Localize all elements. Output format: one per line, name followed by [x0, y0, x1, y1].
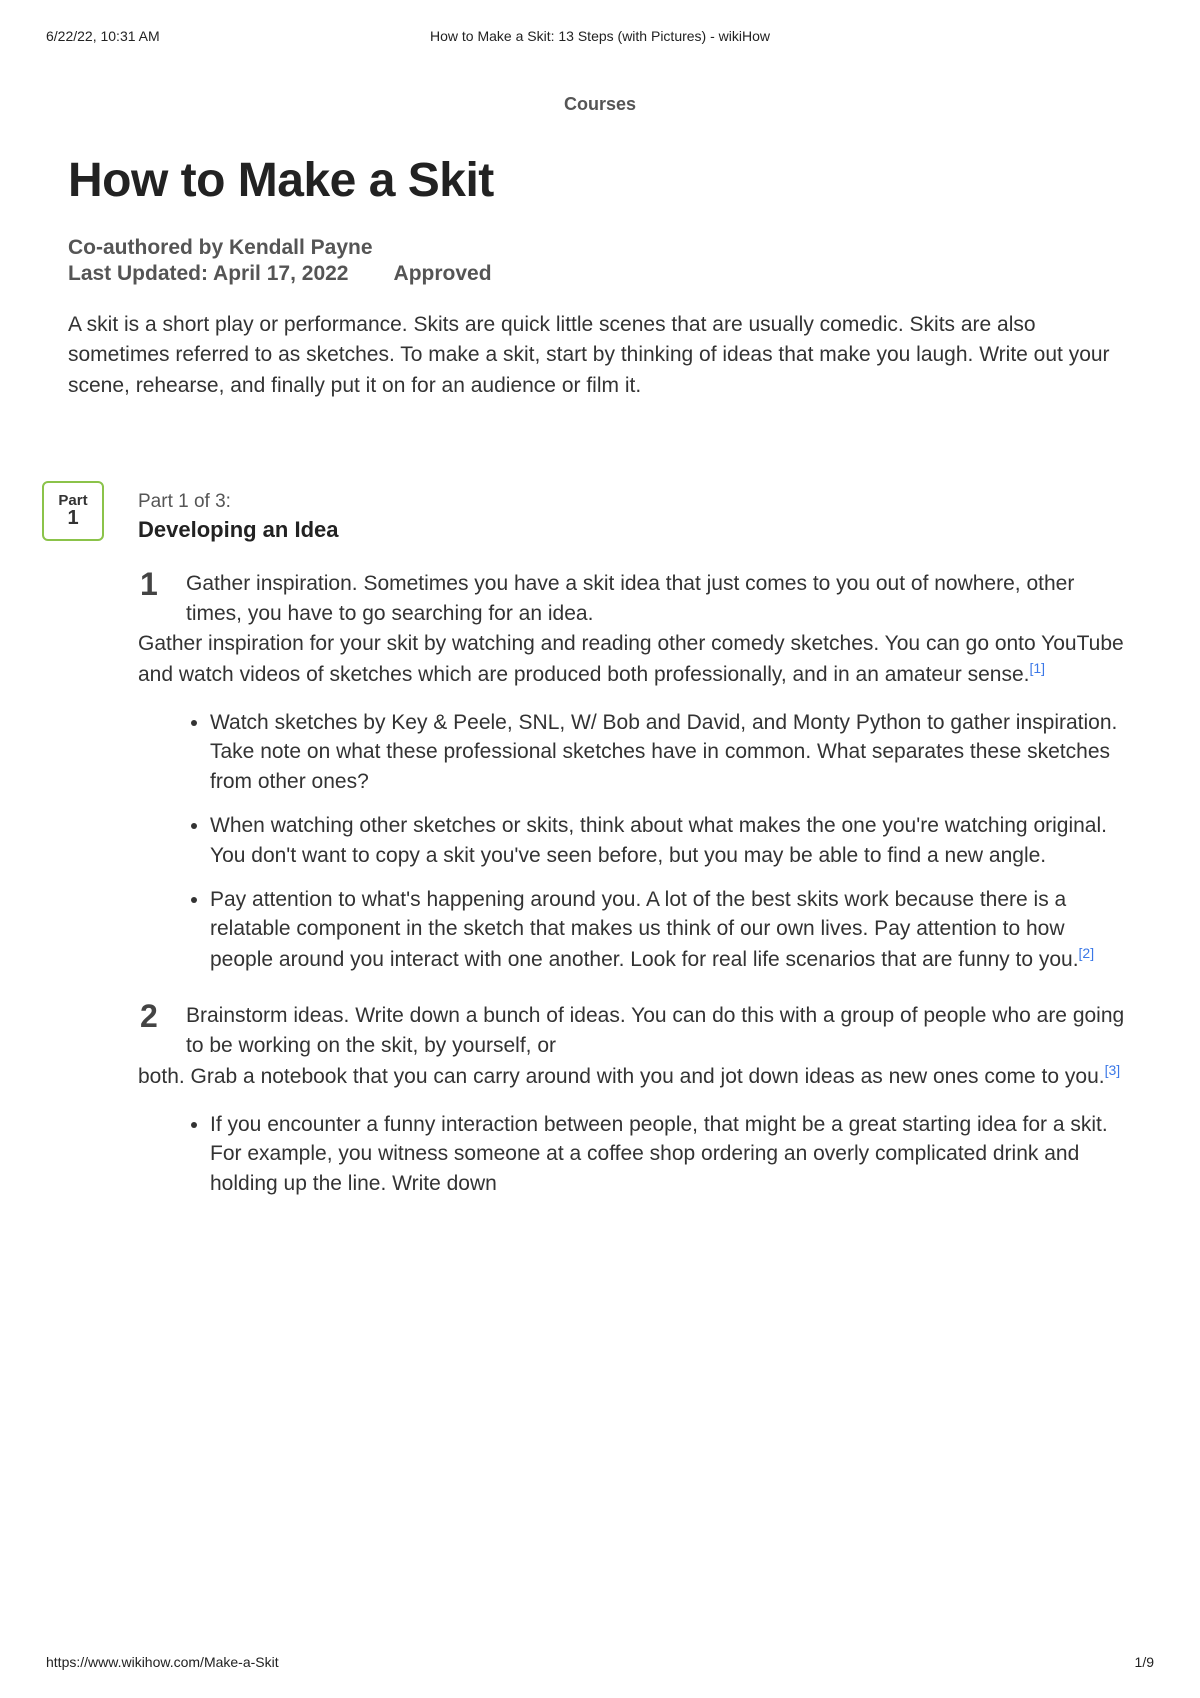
list-item-text: Pay attention to what's happening around…: [210, 888, 1079, 972]
step-1-body-first: Gather inspiration. Sometimes you have a…: [186, 569, 1132, 629]
part-badge: Part 1: [42, 481, 104, 541]
article-title: How to Make a Skit: [68, 153, 1132, 208]
step-2-title: Brainstorm ideas.: [186, 1004, 355, 1027]
step-1-title: Gather inspiration.: [186, 572, 363, 595]
step-number: 1: [140, 566, 158, 603]
nav-courses[interactable]: Courses: [0, 94, 1200, 115]
step-2-body-first: Brainstorm ideas. Write down a bunch of …: [186, 1001, 1132, 1061]
step-2-body-rest: both. Grab a notebook that you can carry…: [138, 1061, 1132, 1092]
print-footer: https://www.wikihow.com/Make-a-Skit 1/9: [46, 1654, 1154, 1670]
part-1-section: Part 1 Part 1 of 3: Developing an Idea 1…: [68, 491, 1132, 1199]
last-updated: Last Updated: April 17, 2022: [68, 262, 348, 285]
print-url: https://www.wikihow.com/Make-a-Skit: [46, 1654, 279, 1670]
step-1: 1 Gather inspiration. Sometimes you have…: [138, 569, 1132, 975]
step-2: 2 Brainstorm ideas. Write down a bunch o…: [138, 1001, 1132, 1199]
list-item: Watch sketches by Key & Peele, SNL, W/ B…: [210, 708, 1132, 797]
article-body: How to Make a Skit Co-authored by Kendal…: [0, 153, 1200, 1199]
list-item: When watching other sketches or skits, t…: [210, 811, 1132, 871]
step-2-text-b: both. Grab a notebook that you can carry…: [138, 1065, 1105, 1088]
article-meta: Last Updated: April 17, 2022 Approved: [68, 262, 1132, 286]
list-item: If you encounter a funny interaction bet…: [210, 1110, 1132, 1199]
step-1-body-rest: Gather inspiration for your skit by watc…: [138, 629, 1132, 690]
step-1-bullets: Watch sketches by Key & Peele, SNL, W/ B…: [182, 708, 1132, 976]
part-eyebrow: Part 1 of 3:: [138, 491, 1132, 513]
print-header: 6/22/22, 10:31 AM How to Make a Skit: 13…: [0, 0, 1200, 44]
step-number: 2: [140, 998, 158, 1035]
print-page-num: 1/9: [1135, 1654, 1154, 1670]
part-badge-number: 1: [67, 507, 78, 530]
reference-3[interactable]: [3]: [1105, 1062, 1121, 1078]
list-item: Pay attention to what's happening around…: [210, 885, 1132, 975]
print-doc-title: How to Make a Skit: 13 Steps (with Pictu…: [0, 28, 1200, 44]
reference-2[interactable]: [2]: [1079, 945, 1095, 961]
step-1-text-b: Gather inspiration for your skit by watc…: [138, 632, 1124, 686]
reference-1[interactable]: [1]: [1029, 660, 1045, 676]
part-title: Developing an Idea: [138, 517, 1132, 543]
step-2-bullets: If you encounter a funny interaction bet…: [182, 1110, 1132, 1199]
approved-badge: Approved: [394, 262, 492, 285]
article-intro: A skit is a short play or performance. S…: [68, 310, 1132, 401]
coauthored-by: Co-authored by Kendall Payne: [68, 236, 1132, 260]
